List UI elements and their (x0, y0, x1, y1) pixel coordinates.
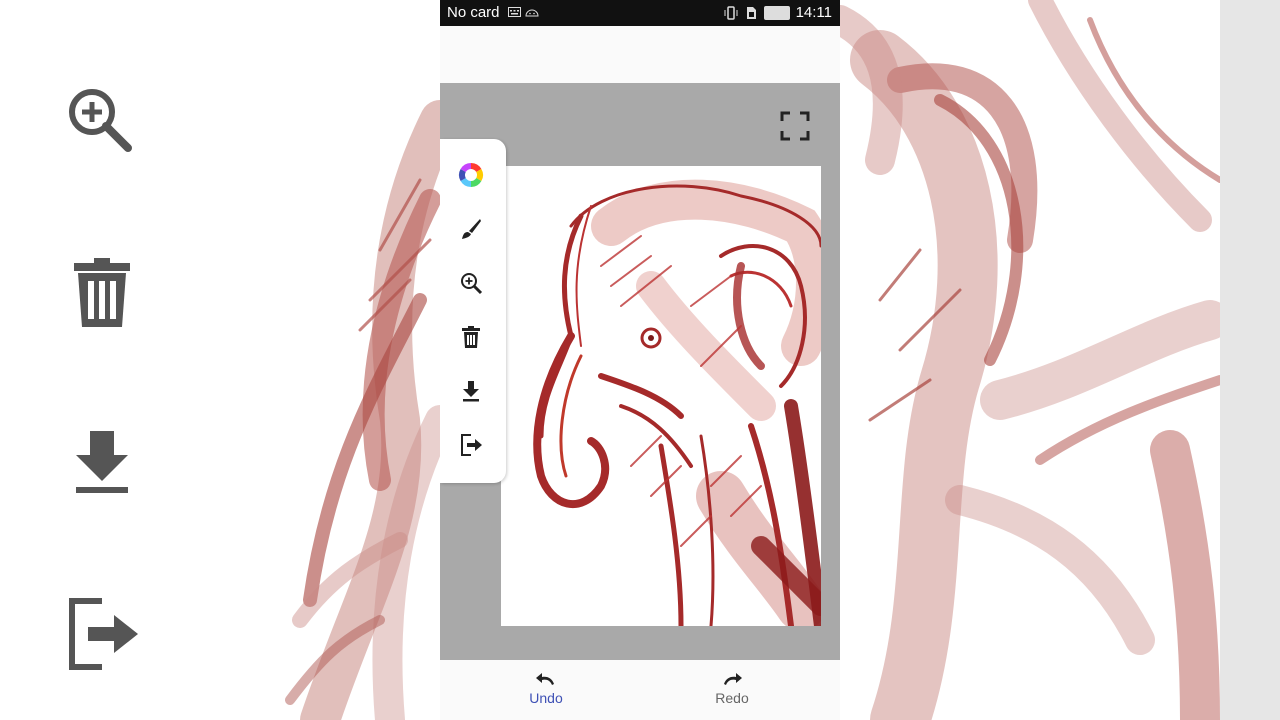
zoom-in-icon[interactable] (62, 82, 142, 162)
undo-label: Undo (529, 690, 563, 706)
save-button[interactable] (457, 377, 485, 405)
app-bar (440, 26, 840, 83)
clock: 14:11 (795, 4, 832, 21)
zoom-button[interactable] (457, 269, 485, 297)
bottom-bar: Undo Redo (440, 660, 840, 720)
status-icons (508, 6, 539, 18)
fullscreen-icon[interactable] (780, 111, 810, 141)
redo-icon (724, 673, 742, 685)
elephant-sketch[interactable] (501, 166, 821, 626)
zoom-icon (461, 273, 483, 295)
status-right: 14:11 (724, 4, 832, 21)
brush-button[interactable] (457, 215, 485, 243)
redo-label: Redo (715, 690, 749, 706)
download-icon (463, 381, 479, 402)
status-bar: No card 14:11 (440, 0, 840, 26)
trash-icon (462, 326, 480, 348)
exit-button[interactable] (457, 431, 485, 459)
sketch-strokes-right (840, 0, 1230, 720)
background-left-panel (0, 0, 440, 720)
clear-button[interactable] (457, 323, 485, 351)
brush-icon (462, 219, 481, 239)
trash-icon[interactable] (62, 255, 142, 335)
battery-icon (763, 5, 790, 20)
vibrate-icon (724, 5, 738, 20)
undo-icon (536, 673, 554, 685)
background-right-panel (840, 0, 1280, 720)
color-wheel-icon (458, 163, 484, 187)
android-icon (525, 9, 539, 17)
right-edge (1220, 0, 1280, 720)
tool-panel (440, 139, 506, 483)
canvas-area[interactable] (440, 83, 840, 660)
exit-icon[interactable] (62, 595, 142, 675)
sim-icon (746, 6, 756, 19)
keyboard-icon (508, 7, 521, 17)
phone-screen: No card 14:11 Undo Redo (440, 0, 840, 720)
drawing-paper[interactable] (501, 166, 821, 626)
redo-button[interactable]: Redo (692, 670, 772, 706)
exit-icon (461, 434, 482, 456)
carrier-label: No card (447, 4, 500, 21)
color-picker-button[interactable] (457, 161, 485, 189)
undo-button[interactable]: Undo (506, 670, 586, 706)
download-icon[interactable] (62, 425, 142, 505)
